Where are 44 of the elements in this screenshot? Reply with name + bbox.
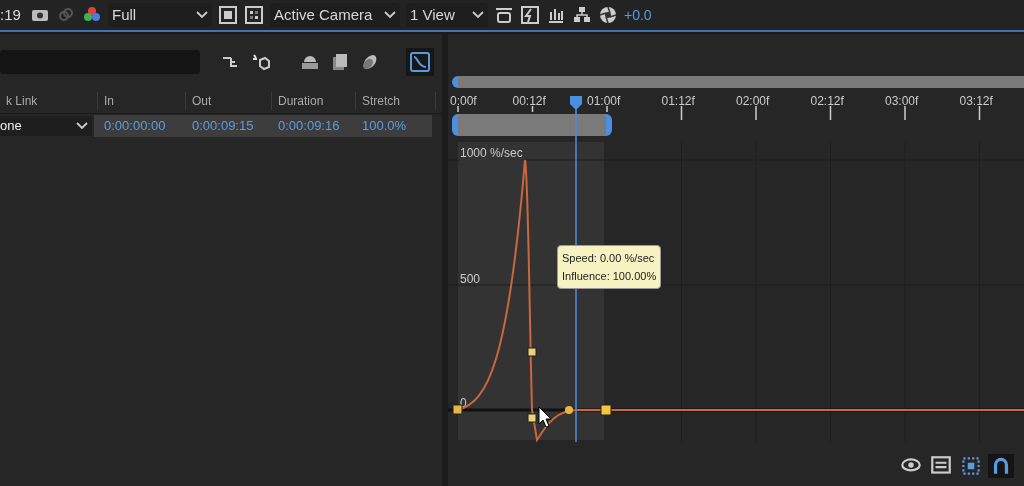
cursor-icon <box>538 406 552 428</box>
chevron-down-icon <box>384 11 396 19</box>
aperture-icon[interactable] <box>598 5 618 25</box>
keyframe[interactable] <box>600 404 612 416</box>
camera-dropdown[interactable]: Active Camera <box>270 3 400 27</box>
column-header[interactable]: k Link <box>0 91 98 110</box>
chevron-down-icon <box>472 11 484 19</box>
bezier-handle[interactable] <box>527 413 537 423</box>
chevron-down-icon <box>76 122 88 130</box>
time-value[interactable]: 100.0% <box>352 116 432 136</box>
column-header[interactable]: Duration <box>272 91 356 110</box>
timecode-text: :19 <box>0 4 22 25</box>
time-ruler-label: 03:00f <box>885 93 919 110</box>
transparency-grid-icon[interactable] <box>244 5 264 25</box>
time-value[interactable]: 0:00:09:16 <box>268 116 352 136</box>
parent-link-dropdown[interactable]: one <box>0 116 92 136</box>
axis-label: 500 <box>460 271 481 288</box>
hierarchy-icon[interactable] <box>572 5 592 25</box>
graph-editor-icon[interactable] <box>406 48 434 76</box>
axis-label: 0 <box>460 395 467 412</box>
time-ruler-label: 02:00f <box>736 93 770 110</box>
chevron-down-icon <box>196 11 208 19</box>
magnet-icon[interactable] <box>988 454 1014 478</box>
time-ruler-label: 02:12f <box>810 93 844 110</box>
tooltip-text: Influence: 100.00% <box>562 269 657 284</box>
column-header[interactable]: In <box>98 91 186 110</box>
time-value[interactable]: 0:00:00:00 <box>94 116 182 136</box>
time-ruler-label: 00:12f <box>512 93 546 110</box>
time-value[interactable]: 0:00:09:15 <box>182 116 268 136</box>
fast-preview-icon[interactable] <box>520 5 540 25</box>
time-ruler-label: 0:00f <box>450 93 477 110</box>
column-header[interactable]: Out <box>186 91 272 110</box>
bezier-handle[interactable] <box>527 347 537 357</box>
column-header[interactable]: Stretch <box>356 91 436 110</box>
view-layout-dropdown[interactable]: 1 View <box>406 3 488 27</box>
region-icon[interactable] <box>218 5 238 25</box>
tooltip-text: Speed: 0.00 %/sec <box>562 251 656 266</box>
time-ruler-label: 01:00f <box>587 93 621 110</box>
bezier-handle[interactable] <box>565 406 573 414</box>
time-ruler-label: 01:12f <box>661 93 695 110</box>
frame-blend-icon[interactable] <box>330 52 350 72</box>
time-ruler-label: 03:12f <box>959 93 993 110</box>
exposure-value[interactable]: +0.0 <box>624 4 652 26</box>
resolution-dropdown[interactable]: Full <box>108 3 212 27</box>
